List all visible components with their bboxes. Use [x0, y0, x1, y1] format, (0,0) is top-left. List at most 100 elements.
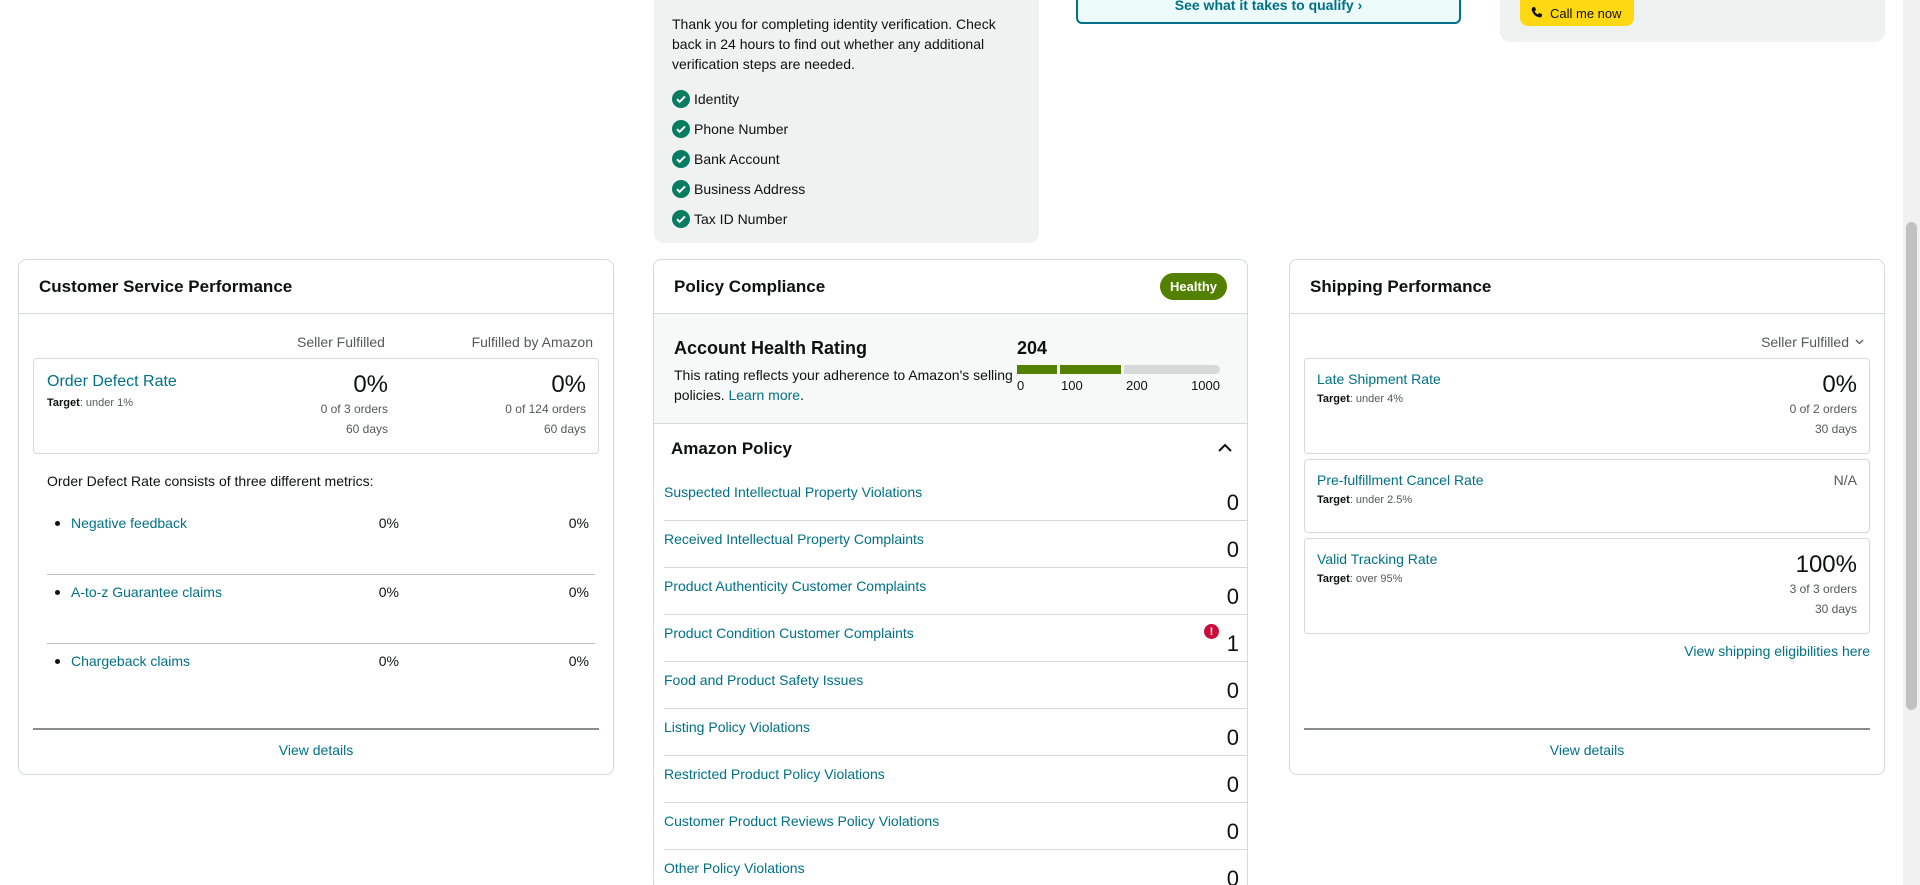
account-health-rating: Account Health Rating This rating reflec… — [654, 314, 1247, 424]
scrollbar-thumb[interactable] — [1906, 222, 1917, 710]
ahr-score: 204 — [1017, 338, 1048, 358]
check-icon — [672, 120, 690, 138]
policy-row: Product Authenticity Customer Complaints… — [664, 568, 1247, 615]
chevron-right-icon: › — [1357, 0, 1363, 13]
policy-value: 0 — [1226, 819, 1239, 844]
policy-link[interactable]: Food and Product Safety Issues — [664, 672, 863, 688]
policy-row: Food and Product Safety Issues 0 — [664, 662, 1247, 709]
policy-row: Received Intellectual Property Complaint… — [664, 521, 1247, 568]
check-icon — [672, 180, 690, 198]
verification-item: Phone Number — [672, 114, 1021, 144]
policy-link[interactable]: Received Intellectual Property Complaint… — [664, 531, 924, 547]
call-me-now-button[interactable]: Call me now — [1520, 0, 1634, 26]
filter-label: Seller Fulfilled — [1761, 334, 1849, 350]
order-defect-rate-box: Order Defect Rate Target: under 1% 0% 0 … — [33, 358, 599, 454]
shipping-orders: 0 of 2 orders — [1789, 402, 1857, 416]
verification-item-label: Bank Account — [694, 151, 780, 167]
col-seller-fulfilled: Seller Fulfilled — [297, 334, 385, 350]
verification-item-label: Tax ID Number — [694, 211, 788, 227]
fulfillment-filter-dropdown[interactable]: Seller Fulfilled — [1761, 334, 1864, 350]
shipping-value: 100% — [1795, 551, 1857, 578]
policy-row: Listing Policy Violations 0 — [664, 709, 1247, 756]
bar-segment-200-1000 — [1124, 365, 1220, 374]
odr-seller-fulfilled: 0% 0 of 3 orders 60 days — [321, 371, 388, 439]
policy-value: 1 — [1226, 631, 1239, 656]
amazon-policy-header[interactable]: Amazon Policy — [654, 424, 1247, 474]
shipping-metric-link[interactable]: Valid Tracking Rate — [1317, 551, 1437, 567]
verification-item: Bank Account — [672, 144, 1021, 174]
policy-link[interactable]: Other Policy Violations — [664, 860, 805, 876]
learn-more-link[interactable]: Learn more — [728, 387, 800, 403]
shipping-orders: 3 of 3 orders — [1789, 582, 1857, 596]
card-title: Policy Compliance — [674, 276, 826, 296]
policy-link[interactable]: Product Authenticity Customer Complaints — [664, 578, 926, 594]
metric-link[interactable]: Negative feedback — [71, 515, 187, 531]
policy-row: Suspected Intellectual Property Violatio… — [664, 474, 1247, 521]
shipping-days: 30 days — [1814, 422, 1857, 436]
view-details-link[interactable]: View details — [1304, 742, 1870, 758]
policy-link[interactable]: Product Condition Customer Complaints — [664, 625, 914, 641]
phone-icon — [1531, 6, 1543, 18]
verification-item-label: Business Address — [694, 181, 806, 197]
order-defect-rate-link[interactable]: Order Defect Rate — [47, 373, 177, 391]
qualify-label: See what it takes to qualify — [1174, 0, 1354, 13]
policy-value: 0 — [1226, 725, 1239, 750]
verification-message: Thank you for completing identity verifi… — [672, 16, 996, 72]
policy-compliance-card: Policy Compliance Healthy Account Health… — [653, 259, 1248, 885]
check-icon — [672, 90, 690, 108]
metric-link[interactable]: Chargeback claims — [71, 653, 190, 669]
shipping-metric-box: Late Shipment Rate Target: under 4% 0% 0… — [1304, 358, 1870, 454]
policy-row: Customer Product Reviews Policy Violatio… — [664, 803, 1247, 850]
metric-row: Chargeback claims 0% 0% — [47, 645, 595, 713]
amazon-policy-title: Amazon Policy — [671, 439, 792, 458]
policy-link[interactable]: Customer Product Reviews Policy Violatio… — [664, 813, 939, 829]
policy-value: 0 — [1226, 490, 1239, 515]
policy-link[interactable]: Restricted Product Policy Violations — [664, 766, 885, 782]
target-label: Target — [1317, 494, 1350, 506]
metric-sf-value: 0% — [378, 515, 399, 531]
tick-label: 1000 — [1191, 378, 1220, 393]
qualify-button[interactable]: See what it takes to qualify › — [1076, 0, 1461, 24]
card-header: Shipping Performance — [1290, 260, 1884, 314]
target-value: : under 4% — [1349, 393, 1404, 405]
odr-description: Order Defect Rate consists of three diff… — [47, 473, 374, 489]
chevron-up-icon[interactable] — [1217, 440, 1233, 458]
call-card: Call me now — [1500, 0, 1885, 42]
ahr-desc-text: This rating reflects your adherence to A… — [674, 367, 1013, 403]
metric-link[interactable]: A-to-z Guarantee claims — [71, 584, 222, 600]
verification-item: Business Address — [672, 174, 1021, 204]
odr-target: Target: under 1% — [47, 397, 133, 409]
shipping-metric-link[interactable]: Pre-fulfillment Cancel Rate — [1317, 472, 1484, 488]
shipping-target: Target: under 2.5% — [1317, 494, 1412, 506]
tick-label: 0 — [1017, 378, 1025, 393]
policy-row: Other Policy Violations 0 — [664, 850, 1247, 885]
odr-fba-value: 0% — [551, 371, 586, 398]
verification-item: Tax ID Number — [672, 204, 1021, 234]
policy-value: 0 — [1226, 537, 1239, 562]
bar-segment-0-100 — [1017, 365, 1057, 374]
shipping-metric-box: Pre-fulfillment Cancel Rate Target: unde… — [1304, 459, 1870, 533]
tick-label: 200 — [1126, 378, 1148, 393]
status-badge: Healthy — [1160, 273, 1227, 300]
bullet — [55, 659, 60, 664]
policy-link[interactable]: Listing Policy Violations — [664, 719, 810, 735]
metric-row: Negative feedback 0% 0% — [47, 507, 595, 575]
card-title: Customer Service Performance — [39, 276, 293, 296]
bullet — [55, 590, 60, 595]
policy-list: Suspected Intellectual Property Violatio… — [654, 474, 1247, 885]
tick-label: 100 — [1061, 378, 1083, 393]
view-details-link[interactable]: View details — [33, 742, 599, 758]
col-fulfilled-by-amazon: Fulfilled by Amazon — [471, 334, 593, 350]
odr-sf-value: 0% — [353, 371, 388, 398]
account-health-page: Thank you for completing identity verifi… — [0, 0, 1920, 885]
policy-value: 0 — [1226, 866, 1239, 885]
policy-link[interactable]: Suspected Intellectual Property Violatio… — [664, 484, 922, 500]
shipping-metric-link[interactable]: Late Shipment Rate — [1317, 371, 1441, 387]
verification-item: Identity — [672, 84, 1021, 114]
target-value: : under 1% — [79, 397, 134, 409]
policy-value: 0 — [1226, 584, 1239, 609]
target-label: Target — [1317, 573, 1350, 585]
odr-fba-days: 60 days — [543, 422, 586, 436]
shipping-metric-values: 100% 3 of 3 orders 30 days — [1790, 551, 1857, 619]
shipping-eligibilities-link[interactable]: View shipping eligibilities here — [1684, 643, 1870, 659]
